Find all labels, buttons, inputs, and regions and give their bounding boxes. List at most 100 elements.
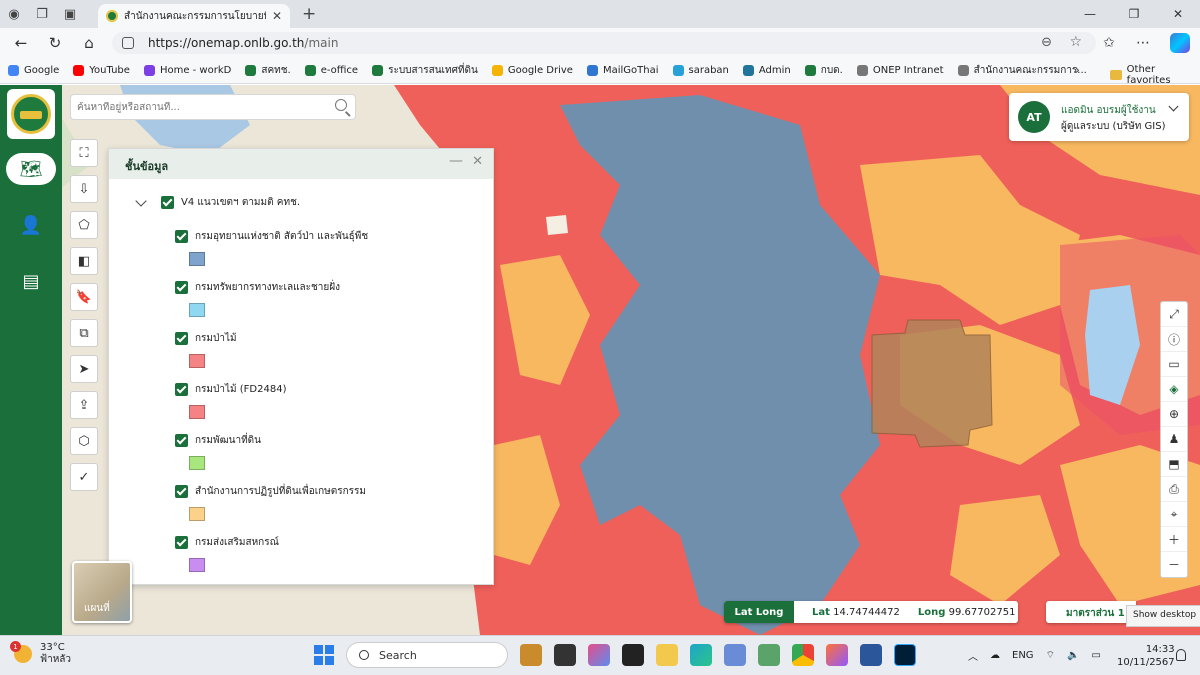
zoom-extent-tool[interactable]: ⛶: [70, 139, 98, 167]
coord-mode-button[interactable]: Lat Long: [724, 601, 794, 623]
briefcase-app-icon[interactable]: [520, 644, 542, 666]
collapse-chevron-icon[interactable]: [135, 194, 147, 207]
tray-overflow-icon[interactable]: ︿: [968, 648, 978, 663]
workspaces-icon[interactable]: ❐: [28, 0, 56, 28]
taskbar-search[interactable]: Search: [346, 642, 508, 668]
bookmark-item[interactable]: YouTube: [73, 65, 130, 76]
fullscreen-button[interactable]: ⤢: [1161, 302, 1187, 327]
copilot-icon[interactable]: [1170, 33, 1190, 53]
user-menu-chevron-icon[interactable]: [1168, 101, 1179, 112]
layer-group[interactable]: V4 แนวเขตฯ ตามมติ คทช.: [135, 194, 300, 210]
sidebar-item-user[interactable]: 👤: [6, 209, 56, 241]
edge-browser-icon[interactable]: [690, 644, 712, 666]
bookmark-item[interactable]: สคทช.: [245, 63, 291, 78]
sidebar-item-report[interactable]: ▤: [6, 265, 56, 297]
locate-button[interactable]: ⌖: [1161, 502, 1187, 527]
street-view-button[interactable]: ♟: [1161, 427, 1187, 452]
import-tool[interactable]: ⇩: [70, 175, 98, 203]
sidebar-item-map[interactable]: 🗺: [6, 153, 56, 185]
tab-actions-icon[interactable]: ▣: [56, 0, 84, 28]
other-favorites[interactable]: Other favorites: [1110, 64, 1200, 86]
search-icon[interactable]: [335, 99, 347, 111]
layer-checkbox[interactable]: [175, 536, 188, 549]
address-bar[interactable]: https://onemap.onlb.go.th/main ⊖ ☆: [112, 32, 1096, 54]
word-icon[interactable]: [860, 644, 882, 666]
browser-tab-active[interactable]: สำนักงานคณะกรรมการนโยบายที่ดินแห่งชาติ ✕: [98, 4, 290, 28]
3d-tool[interactable]: ⬡: [70, 427, 98, 455]
restore-icon[interactable]: ❐: [1112, 0, 1156, 28]
onedrive-icon[interactable]: ☁: [990, 650, 1000, 661]
zoom-to-button[interactable]: ⊕: [1161, 402, 1187, 427]
firefox-icon[interactable]: [826, 644, 848, 666]
onlb-logo[interactable]: [7, 89, 55, 139]
navigate-tool[interactable]: ➤: [70, 355, 98, 383]
wifi-icon[interactable]: ⌔: [1046, 649, 1055, 662]
chrome-icon[interactable]: [792, 644, 814, 666]
home-icon[interactable]: ⌂: [72, 28, 106, 58]
weather-widget[interactable]: 1 33°C ฟ้าหลัว: [10, 641, 71, 666]
profile-icon[interactable]: ◉: [0, 0, 28, 28]
close-panel-icon[interactable]: ✕: [472, 154, 483, 169]
bookmark-item[interactable]: e-office: [304, 65, 358, 76]
compare-tool[interactable]: ◧: [70, 247, 98, 275]
file-explorer-icon[interactable]: [656, 644, 678, 666]
bookmark-item[interactable]: กบด.: [804, 63, 843, 78]
favorite-star-icon[interactable]: ☆: [1069, 34, 1082, 50]
layer-checkbox[interactable]: [175, 230, 188, 243]
more-icon[interactable]: ⋯: [1126, 35, 1160, 51]
bookmark-tool[interactable]: 🔖: [70, 283, 98, 311]
measure-button[interactable]: ▭: [1161, 352, 1187, 377]
check-tool[interactable]: ✓: [70, 463, 98, 491]
notepad-icon[interactable]: [724, 644, 746, 666]
layers-button[interactable]: ◈: [1161, 377, 1187, 402]
bookmark-item[interactable]: สำนักงานคณะกรรมการ...: [957, 63, 1087, 78]
zoom-icon[interactable]: ⊖: [1041, 35, 1052, 50]
copilot-app-icon[interactable]: [588, 644, 610, 666]
bookmark-item[interactable]: Home - workD: [143, 65, 231, 76]
user-card[interactable]: AT แอดมิน อบรมผู้ใช้งาน ผู้ดูแลระบบ (บริ…: [1009, 93, 1189, 141]
search-input[interactable]: [77, 101, 327, 113]
layer-checkbox[interactable]: [175, 332, 188, 345]
taskbar-clock[interactable]: 14:33 10/11/2567: [1117, 643, 1175, 669]
layer-checkbox[interactable]: [175, 485, 188, 498]
split-view-tool[interactable]: ⧉: [70, 319, 98, 347]
info-button[interactable]: ⓘ: [1161, 327, 1187, 352]
new-tab-icon[interactable]: +: [302, 4, 316, 24]
sticky-notes-icon[interactable]: [622, 644, 644, 666]
share-tool[interactable]: ⇪: [70, 391, 98, 419]
layer-checkbox[interactable]: [175, 383, 188, 396]
lock-icon[interactable]: [122, 37, 134, 49]
draw-tool[interactable]: ⬠: [70, 211, 98, 239]
bookmark-item[interactable]: Google Drive: [491, 65, 573, 76]
minimize-panel-icon[interactable]: —: [449, 153, 463, 169]
notifications-bell-icon[interactable]: [1176, 649, 1186, 661]
bookmark-item[interactable]: Admin: [742, 65, 791, 76]
battery-icon[interactable]: ▭: [1091, 650, 1100, 661]
excel-like-app-icon[interactable]: [758, 644, 780, 666]
bookmark-item[interactable]: ONEP Intranet: [856, 65, 944, 76]
language-indicator[interactable]: ENG: [1012, 650, 1034, 661]
close-tab-icon[interactable]: ✕: [272, 9, 282, 23]
task-view-icon[interactable]: [554, 644, 576, 666]
windows-start-icon[interactable]: [314, 645, 334, 665]
zoom-out-button[interactable]: －: [1161, 552, 1187, 577]
bookmarks-overflow-chevron-icon[interactable]: ›: [1075, 63, 1080, 77]
photoshop-icon[interactable]: [894, 644, 916, 666]
zoom-in-button[interactable]: ＋: [1161, 527, 1187, 552]
volume-icon[interactable]: 🔈: [1067, 650, 1079, 661]
favorites-icon[interactable]: ✩: [1092, 35, 1126, 51]
bookmark-item[interactable]: ระบบสารสนเทศที่ดิน: [372, 63, 478, 78]
minimize-icon[interactable]: —: [1068, 0, 1112, 28]
bookmark-item[interactable]: Google: [8, 65, 59, 76]
basemap-switcher[interactable]: แผนที่: [72, 561, 132, 623]
refresh-icon[interactable]: ↻: [38, 28, 72, 58]
back-icon[interactable]: ←: [4, 28, 38, 58]
close-window-icon[interactable]: ✕: [1156, 0, 1200, 28]
bookmark-item[interactable]: saraban: [672, 65, 729, 76]
stamp-button[interactable]: ⬒: [1161, 452, 1187, 477]
layer-checkbox[interactable]: [175, 281, 188, 294]
print-button[interactable]: ⎙: [1161, 477, 1187, 502]
group-checkbox[interactable]: [161, 196, 174, 209]
bookmark-item[interactable]: MailGoThai: [586, 65, 659, 76]
layer-checkbox[interactable]: [175, 434, 188, 447]
